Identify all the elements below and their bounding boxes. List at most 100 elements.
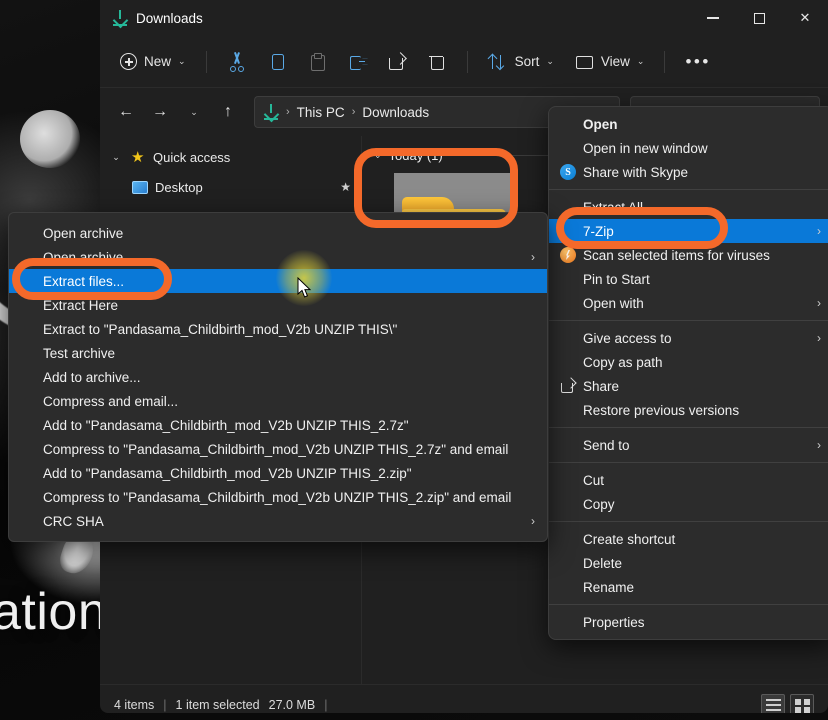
seven-zip-menu-item-compress-and-email[interactable]: Compress and email... xyxy=(9,389,547,413)
chevron-down-icon[interactable]: ⌄ xyxy=(108,152,124,163)
menu-separator xyxy=(549,320,828,321)
delete-button[interactable] xyxy=(418,46,456,78)
sort-arrows-icon xyxy=(488,52,508,72)
share-button[interactable] xyxy=(378,46,416,78)
seven-zip-menu-item-add-to-pandasama-childbirth-mod-v2b-unzip-th[interactable]: Add to "Pandasama_Childbirth_mod_V2b UNZ… xyxy=(9,461,547,485)
seven-zip-submenu[interactable]: Open archive Open archive › Extract files..… xyxy=(8,212,548,542)
context-menu-item-open[interactable]: Open xyxy=(549,112,828,136)
skype-icon: S xyxy=(559,164,577,180)
explorer-tab-downloads[interactable]: Downloads xyxy=(100,0,215,36)
context-menu-item-pin-to-start[interactable]: Pin to Start xyxy=(549,267,828,291)
sidebar-item-label: Quick access xyxy=(153,149,231,165)
context-menu-item-7-zip[interactable]: 7-Zip › xyxy=(549,219,828,243)
sidebar-item-desktop[interactable]: Desktop ★ xyxy=(100,172,361,202)
background-highlight-blob xyxy=(20,110,80,168)
toolbar-divider-2 xyxy=(466,50,468,73)
sort-button[interactable]: Sort ⌄ xyxy=(479,46,563,78)
context-menu-item-label: Extract All... xyxy=(583,199,655,215)
file-group-label: Today (1) xyxy=(388,148,443,163)
chevron-right-icon: › xyxy=(817,438,821,452)
context-menu-item-label: Copy xyxy=(583,496,615,512)
close-button[interactable]: ✕ xyxy=(782,0,828,36)
view-button[interactable]: View ⌄ xyxy=(565,46,654,78)
context-menu-item-restore-previous-versions[interactable]: Restore previous versions xyxy=(549,398,828,422)
breadcrumb-downloads[interactable]: Downloads xyxy=(362,105,429,120)
file-context-menu[interactable]: Open Open in new window S Share with Skype E… xyxy=(548,106,828,640)
chevron-right-icon: › xyxy=(531,250,535,264)
toolbar-divider-3 xyxy=(664,50,666,73)
chevron-down-icon[interactable]: ⌄ xyxy=(374,150,382,161)
seven-zip-menu-item-extract-to-pandasama-childbirth-mod-v2b-unzi[interactable]: Extract to "Pandasama_Childbirth_mod_V2b… xyxy=(9,317,547,341)
forward-button[interactable]: → xyxy=(144,96,176,128)
sidebar-item-label: Desktop xyxy=(155,179,203,195)
context-menu-item-create-shortcut[interactable]: Create shortcut xyxy=(549,527,828,551)
arrow-up-icon: ↑ xyxy=(224,103,232,120)
pin-icon[interactable]: ★ xyxy=(340,180,351,194)
seven-zip-menu-item-compress-to-pandasama-childbirth-mod-v2b-unz[interactable]: Compress to "Pandasama_Childbirth_mod_V2… xyxy=(9,485,547,509)
context-menu-item-label: Open in new window xyxy=(583,140,708,156)
monitor-icon xyxy=(574,52,594,72)
seven-zip-menu-item-crc-sha[interactable]: CRC SHA › xyxy=(9,509,547,533)
paste-icon xyxy=(307,52,327,72)
context-menu-item-label: Restore previous versions xyxy=(583,402,740,418)
rename-button[interactable] xyxy=(338,46,376,78)
share-icon xyxy=(387,52,407,72)
context-menu-item-label: Create shortcut xyxy=(583,531,676,547)
new-button[interactable]: New ⌄ xyxy=(114,46,195,78)
tiles-view-button[interactable] xyxy=(790,694,814,713)
copy-button[interactable] xyxy=(258,46,296,78)
seven-zip-menu-item-label: Extract files... xyxy=(43,273,125,289)
context-menu-item-cut[interactable]: Cut xyxy=(549,468,828,492)
recent-locations-button[interactable]: ⌄ xyxy=(178,96,210,128)
maximize-icon xyxy=(753,12,765,24)
status-item-count: 4 items xyxy=(114,698,155,712)
minimize-button[interactable] xyxy=(690,0,736,36)
status-separator-2: | xyxy=(324,698,328,712)
context-menu-item-share[interactable]: Share xyxy=(549,374,828,398)
context-menu-item-label: Delete xyxy=(583,555,623,571)
maximize-button[interactable] xyxy=(736,0,782,36)
breadcrumb-this-pc[interactable]: This PC xyxy=(297,105,345,120)
context-menu-item-extract-all[interactable]: Extract All... xyxy=(549,195,828,219)
context-menu-item-delete[interactable]: Delete xyxy=(549,551,828,575)
sidebar-item-quick-access[interactable]: ⌄ ★ Quick access xyxy=(100,142,361,172)
details-view-button[interactable] xyxy=(761,694,785,713)
seven-zip-menu-item-extract-files[interactable]: Extract files... xyxy=(9,269,547,293)
breadcrumb-separator: › xyxy=(351,106,356,118)
seven-zip-menu-item-label: Add to "Pandasama_Childbirth_mod_V2b UNZ… xyxy=(43,417,409,433)
seven-zip-menu-item-add-to-archive[interactable]: Add to archive... xyxy=(9,365,547,389)
rename-icon xyxy=(347,52,367,72)
seven-zip-menu-item-open-archive[interactable]: Open archive › xyxy=(9,245,547,269)
context-menu-item-copy[interactable]: Copy xyxy=(549,492,828,516)
context-menu-item-give-access-to[interactable]: Give access to › xyxy=(549,326,828,350)
seven-zip-menu-item-label: Test archive xyxy=(43,345,116,361)
context-menu-item-label: Properties xyxy=(583,614,645,630)
more-options-button[interactable]: ••• xyxy=(676,46,719,78)
status-size: 27.0 MB xyxy=(268,698,316,712)
back-button[interactable]: ← xyxy=(110,96,142,128)
seven-zip-menu-item-add-to-pandasama-childbirth-mod-v2b-unzip-th[interactable]: Add to "Pandasama_Childbirth_mod_V2b UNZ… xyxy=(9,413,547,437)
download-icon xyxy=(112,10,128,26)
seven-zip-menu-item-open-archive[interactable]: Open archive xyxy=(9,221,547,245)
context-menu-item-rename[interactable]: Rename xyxy=(549,575,828,599)
seven-zip-menu-item-label: Extract Here xyxy=(43,297,119,313)
seven-zip-menu-item-compress-to-pandasama-childbirth-mod-v2b-unz[interactable]: Compress to "Pandasama_Childbirth_mod_V2… xyxy=(9,437,547,461)
up-button[interactable]: ↑ xyxy=(212,96,244,128)
view-mode-buttons xyxy=(761,694,814,713)
new-button-label: New xyxy=(144,54,172,69)
context-menu-item-open-in-new-window[interactable]: Open in new window xyxy=(549,136,828,160)
context-menu-item-send-to[interactable]: Send to › xyxy=(549,433,828,457)
cut-button[interactable] xyxy=(218,46,256,78)
context-menu-item-scan-selected-items-for-viruses[interactable]: Scan selected items for viruses xyxy=(549,243,828,267)
context-menu-item-label: Cut xyxy=(583,472,605,488)
seven-zip-menu-item-label: Extract to "Pandasama_Childbirth_mod_V2b… xyxy=(43,321,398,337)
paste-button[interactable] xyxy=(298,46,336,78)
context-menu-item-open-with[interactable]: Open with › xyxy=(549,291,828,315)
context-menu-item-properties[interactable]: Properties xyxy=(549,610,828,634)
seven-zip-menu-item-test-archive[interactable]: Test archive xyxy=(9,341,547,365)
context-menu-item-copy-as-path[interactable]: Copy as path xyxy=(549,350,828,374)
context-menu-item-share-with-skype[interactable]: S Share with Skype xyxy=(549,160,828,184)
menu-separator xyxy=(549,462,828,463)
seven-zip-menu-item-extract-here[interactable]: Extract Here xyxy=(9,293,547,317)
circle-plus-icon xyxy=(120,53,137,70)
